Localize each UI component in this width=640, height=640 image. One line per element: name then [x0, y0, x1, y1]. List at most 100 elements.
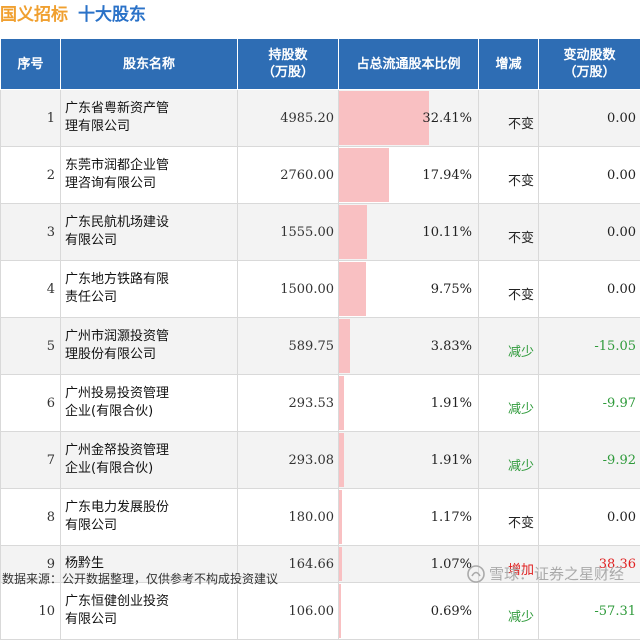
- ratio-bar: [339, 490, 342, 544]
- data-source-note: 数据来源：公开数据整理，仅供参考不构成投资建议: [2, 570, 278, 587]
- ratio-bar: [339, 91, 429, 145]
- shareholder-name-line2: 企业(有限合伙): [65, 404, 153, 419]
- change-shares: -9.97: [539, 375, 640, 432]
- ratio-cell: 32.41%: [339, 90, 479, 147]
- ratio-cell: 10.11%: [339, 204, 479, 261]
- table-row: 7广州金帑投资管理企业(有限合伙)293.081.91%减少-9.92: [1, 432, 640, 489]
- ratio-value: 32.41%: [422, 111, 472, 126]
- ratio-value: 1.91%: [431, 453, 472, 468]
- shareholder-name: 广东省粤新资产管理有限公司: [61, 90, 238, 147]
- change-type: 不变: [479, 489, 539, 546]
- col-header-shares-label: 持股数（万股）: [262, 48, 314, 80]
- ratio-cell: 17.94%: [339, 147, 479, 204]
- shareholder-name-line2: 责任公司: [65, 290, 117, 305]
- shares-held: 293.08: [238, 432, 339, 489]
- shares-held: 589.75: [238, 318, 339, 375]
- shareholder-name-line2: 有限公司: [65, 612, 117, 627]
- ratio-bar: [339, 376, 344, 430]
- shareholder-name-line1: 广东地方铁路有限: [65, 272, 169, 287]
- table-row: 5广州市润灏投资管理股份有限公司589.753.83%减少-15.05: [1, 318, 640, 375]
- shareholder-name: 广州市润灏投资管理股份有限公司: [61, 318, 238, 375]
- shareholder-name-line2: 有限公司: [65, 233, 117, 248]
- ratio-value: 9.75%: [431, 282, 472, 297]
- ratio-value: 1.91%: [431, 396, 472, 411]
- page-title: 国义招标十大股东: [0, 0, 146, 34]
- change-shares: -57.31: [539, 583, 640, 640]
- row-index: 1: [1, 90, 61, 147]
- shareholder-name-line2: 理咨询有限公司: [65, 176, 156, 191]
- row-index: 10: [1, 583, 61, 640]
- ratio-bar: [339, 205, 367, 259]
- brand-label: 雪球：证券之星财经: [489, 563, 624, 584]
- ratio-bar: [339, 584, 341, 638]
- table-row: 2东莞市润都企业管理咨询有限公司2760.0017.94%不变0.00: [1, 147, 640, 204]
- shareholder-name: 广东电力发展股份有限公司: [61, 489, 238, 546]
- change-shares: -15.05: [539, 318, 640, 375]
- change-type: 不变: [479, 147, 539, 204]
- change-shares: -9.92: [539, 432, 640, 489]
- shares-held: 2760.00: [238, 147, 339, 204]
- shareholder-name-line1: 广州金帑投资管理: [65, 443, 169, 458]
- ratio-cell: 0.69%: [339, 583, 479, 640]
- row-index: 7: [1, 432, 61, 489]
- ratio-value: 17.94%: [422, 168, 472, 183]
- ratio-bar: [339, 148, 389, 202]
- shareholder-name: 广州金帑投资管理企业(有限合伙): [61, 432, 238, 489]
- col-header-change-shares: 变动股数（万股）: [539, 39, 640, 90]
- shares-held: 180.00: [238, 489, 339, 546]
- shares-held: 1500.00: [238, 261, 339, 318]
- shareholder-name: 广东地方铁路有限责任公司: [61, 261, 238, 318]
- change-shares: 0.00: [539, 147, 640, 204]
- change-type: 减少: [479, 375, 539, 432]
- change-type: 不变: [479, 204, 539, 261]
- ratio-cell: 3.83%: [339, 318, 479, 375]
- shareholder-name: 广东恒健创业投资有限公司: [61, 583, 238, 640]
- shareholder-name-line2: 理股份有限公司: [65, 347, 156, 362]
- shareholder-name-line2: 理有限公司: [65, 119, 130, 134]
- shareholder-name-line2: 有限公司: [65, 518, 117, 533]
- shareholder-name-line1: 广州投易投资管理: [65, 386, 169, 401]
- shareholder-name: 广州投易投资管理企业(有限合伙): [61, 375, 238, 432]
- ratio-cell: 1.17%: [339, 489, 479, 546]
- shareholder-name-line1: 广东民航机场建设: [65, 215, 169, 230]
- shareholder-name-line1: 广东省粤新资产管: [65, 101, 169, 116]
- snowball-logo-icon: [467, 565, 485, 583]
- ratio-value: 0.69%: [431, 604, 472, 619]
- col-header-ratio: 占总流通股本比例: [339, 39, 479, 90]
- shares-held: 1555.00: [238, 204, 339, 261]
- ratio-cell: 1.91%: [339, 432, 479, 489]
- change-type: 减少: [479, 432, 539, 489]
- ratio-bar: [339, 262, 366, 316]
- shareholder-name-line2: 企业(有限合伙): [65, 461, 153, 476]
- col-header-index: 序号: [1, 39, 61, 90]
- row-index: 8: [1, 489, 61, 546]
- shareholder-name: 广东民航机场建设有限公司: [61, 204, 238, 261]
- change-shares: 0.00: [539, 261, 640, 318]
- col-header-name: 股东名称: [61, 39, 238, 90]
- change-type: 减少: [479, 583, 539, 640]
- col-header-shares: 持股数（万股）: [238, 39, 339, 90]
- ratio-value: 1.07%: [431, 557, 472, 572]
- shares-held: 106.00: [238, 583, 339, 640]
- change-type: 不变: [479, 90, 539, 147]
- shares-held: 4985.20: [238, 90, 339, 147]
- ratio-value: 3.83%: [431, 339, 472, 354]
- change-type: 减少: [479, 318, 539, 375]
- row-index: 2: [1, 147, 61, 204]
- col-header-change-shares-label: 变动股数（万股）: [563, 48, 615, 80]
- ratio-bar: [339, 319, 350, 373]
- company-name: 国义招标: [0, 5, 68, 25]
- table-row: 8广东电力发展股份有限公司180.001.17%不变0.00: [1, 489, 640, 546]
- ratio-bar: [339, 547, 342, 581]
- row-index: 6: [1, 375, 61, 432]
- change-shares: 0.00: [539, 204, 640, 261]
- col-header-change-type: 增减: [479, 39, 539, 90]
- page-subtitle: 十大股东: [78, 5, 146, 25]
- table-row: 6广州投易投资管理企业(有限合伙)293.531.91%减少-9.97: [1, 375, 640, 432]
- table-row: 4广东地方铁路有限责任公司1500.009.75%不变0.00: [1, 261, 640, 318]
- row-index: 3: [1, 204, 61, 261]
- change-shares: 0.00: [539, 90, 640, 147]
- shareholder-name-line1: 东莞市润都企业管: [65, 158, 169, 173]
- shareholder-name: 东莞市润都企业管理咨询有限公司: [61, 147, 238, 204]
- change-type: 不变: [479, 261, 539, 318]
